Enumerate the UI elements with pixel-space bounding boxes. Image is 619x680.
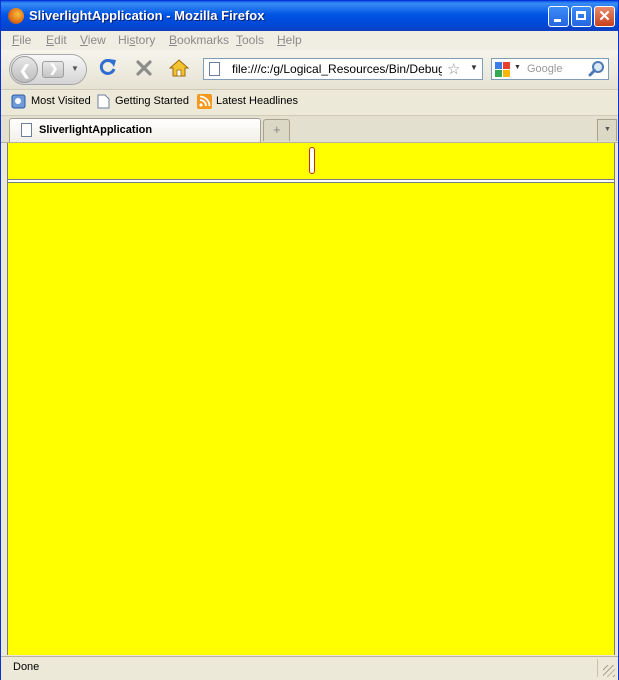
- back-button[interactable]: ❮: [11, 56, 38, 83]
- most-visited-icon: [11, 94, 26, 109]
- maximize-button[interactable]: [571, 6, 592, 27]
- menu-tools[interactable]: Tools: [236, 33, 264, 47]
- menu-bar: File Edit View History Bookmarks Tools H…: [1, 31, 618, 50]
- menu-history[interactable]: History: [118, 33, 155, 47]
- url-dropdown-icon[interactable]: ▼: [470, 63, 478, 72]
- rss-icon: [197, 94, 212, 109]
- tab-strip: SliverlightApplication + ▼: [1, 116, 618, 143]
- title-bar[interactable]: SliverlightApplication - Mozilla Firefox…: [1, 1, 618, 31]
- google-icon[interactable]: [495, 62, 510, 77]
- stop-icon[interactable]: [134, 58, 154, 78]
- search-input[interactable]: Google: [527, 63, 562, 75]
- forward-arrow-icon: ❯: [49, 63, 59, 75]
- url-bar[interactable]: file:///c:/g/Logical_Resources/Bin/Debug…: [203, 58, 483, 80]
- menu-view[interactable]: View: [80, 33, 106, 47]
- tab-label: SliverlightApplication: [39, 124, 153, 136]
- status-text: Done: [13, 661, 40, 673]
- back-arrow-icon: ❮: [19, 62, 31, 78]
- page-icon: [21, 123, 32, 137]
- minimize-icon: [554, 19, 561, 22]
- history-dropdown-icon[interactable]: ▼: [71, 64, 79, 73]
- back-forward-group: ❮ ❯ ▼: [9, 54, 87, 85]
- slider-track[interactable]: [8, 179, 614, 183]
- chevron-down-icon: ▼: [604, 126, 611, 133]
- tab-sliverlight-application[interactable]: SliverlightApplication: [9, 118, 261, 142]
- firefox-window: SliverlightApplication - Mozilla Firefox…: [0, 0, 619, 680]
- page-icon: [209, 62, 220, 76]
- menu-file[interactable]: File: [12, 33, 31, 47]
- close-button[interactable]: ✕: [594, 6, 615, 27]
- url-text[interactable]: file:///c:/g/Logical_Resources/Bin/Debug…: [232, 62, 442, 76]
- search-icon[interactable]: [588, 60, 606, 78]
- new-tab-button[interactable]: +: [263, 119, 290, 141]
- page-icon: [97, 94, 110, 109]
- close-icon: ✕: [598, 8, 611, 25]
- bookmarks-toolbar: Most Visited Getting Started Latest Head…: [1, 90, 618, 116]
- plus-icon: +: [273, 122, 281, 137]
- engine-dropdown-icon[interactable]: ▼: [514, 64, 521, 71]
- maximize-icon: [576, 11, 586, 20]
- tab-list-button[interactable]: ▼: [597, 119, 617, 141]
- bookmark-most-visited[interactable]: Most Visited: [31, 95, 91, 107]
- silverlight-content: [7, 143, 615, 655]
- resize-grip-icon[interactable]: [603, 665, 615, 677]
- reload-icon[interactable]: [98, 57, 118, 77]
- bookmark-getting-started[interactable]: Getting Started: [115, 95, 189, 107]
- status-separator: [597, 659, 598, 677]
- menu-edit[interactable]: Edit: [46, 33, 67, 47]
- window-title: SliverlightApplication - Mozilla Firefox: [29, 8, 265, 23]
- slider-thumb[interactable]: [309, 147, 315, 174]
- home-icon[interactable]: [169, 58, 189, 78]
- search-bar[interactable]: ▼ Google: [491, 58, 609, 80]
- status-bar: Done: [1, 656, 618, 680]
- menu-bookmarks[interactable]: Bookmarks: [169, 33, 229, 47]
- minimize-button[interactable]: [548, 6, 569, 27]
- bookmark-star-icon[interactable]: ☆: [447, 60, 460, 78]
- forward-button[interactable]: ❯: [42, 61, 64, 78]
- menu-help[interactable]: Help: [277, 33, 302, 47]
- firefox-logo-icon: [8, 8, 24, 24]
- bookmark-latest-headlines[interactable]: Latest Headlines: [216, 95, 298, 107]
